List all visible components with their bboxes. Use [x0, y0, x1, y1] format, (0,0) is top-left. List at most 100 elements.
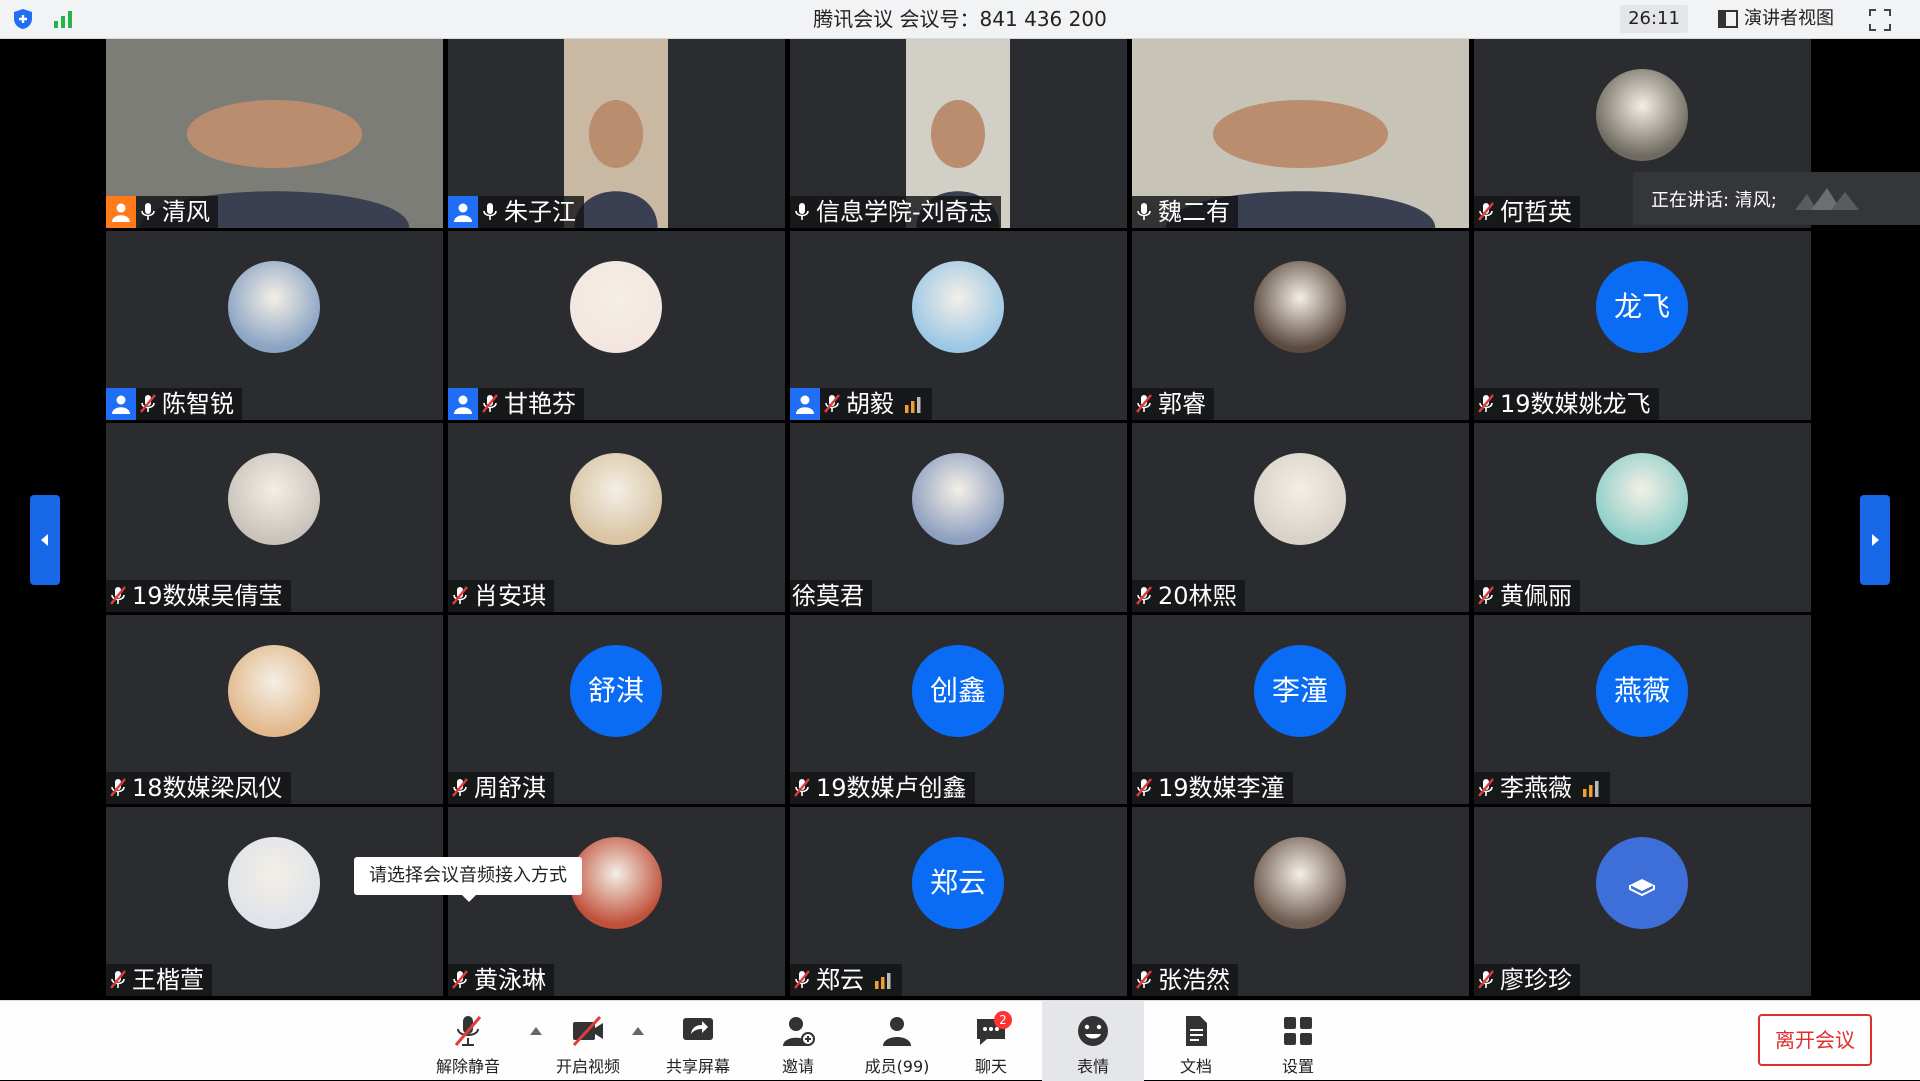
participant-name: 何哲英	[1500, 198, 1572, 226]
mic-icon	[478, 196, 502, 228]
participant-name-bar: 廖珍珍	[1474, 964, 1580, 996]
participant-tile[interactable]: 郭睿	[1132, 231, 1469, 420]
participant-tile[interactable]: 黄泳琳	[448, 807, 785, 996]
participant-name-bar: 18数媒梁凤仪	[106, 772, 291, 804]
docs-button[interactable]: 文档	[1160, 1001, 1232, 1081]
mic-muted-icon	[448, 772, 472, 804]
mic-icon	[1132, 196, 1156, 228]
avatar	[912, 453, 1004, 545]
participant-tile[interactable]: 李潼 19数媒李潼	[1132, 615, 1469, 804]
chevron-left-icon	[41, 534, 48, 546]
participant-name-bar: 19数媒吴倩莹	[106, 580, 291, 612]
title-bar: 腾讯会议 会议号：841 436 200 26:11 演讲者视图	[0, 0, 1920, 39]
video-options-caret-icon[interactable]	[632, 1027, 644, 1035]
mic-muted-icon	[790, 964, 814, 996]
share-screen-button[interactable]: 共享屏幕	[658, 1001, 738, 1081]
avatar: 龙飞	[1596, 261, 1688, 353]
previous-page-button[interactable]	[30, 495, 60, 585]
participant-tile[interactable]: 郑云 郑云	[790, 807, 1127, 996]
participant-name-bar: 何哲英	[1474, 196, 1580, 228]
start-video-button[interactable]: 开启视频	[548, 1001, 628, 1081]
participant-tile[interactable]: 黄佩丽	[1474, 423, 1811, 612]
mic-muted-icon	[106, 772, 130, 804]
speaker-wave-icon	[1795, 188, 1859, 210]
participant-tile[interactable]: 甘艳芬	[448, 231, 785, 420]
avatar: 舒淇	[570, 645, 662, 737]
grid-settings-icon	[1284, 1017, 1312, 1045]
participant-name: 王楷萱	[132, 966, 204, 994]
participant-name-bar: 徐莫君	[790, 580, 872, 612]
mic-muted-icon	[790, 772, 814, 804]
mic-muted-icon	[1132, 772, 1156, 804]
avatar	[1596, 69, 1688, 161]
mic-muted-icon	[820, 388, 844, 420]
participant-tile[interactable]: 魏二有	[1132, 39, 1469, 228]
participant-tile[interactable]: 张浩然	[1132, 807, 1469, 996]
participant-name: 信息学院-刘奇志	[816, 198, 993, 226]
settings-button[interactable]: 设置	[1262, 1001, 1334, 1081]
shield-icon[interactable]	[12, 8, 34, 30]
participant-name: 19数媒李潼	[1158, 774, 1285, 802]
participant-name: 张浩然	[1158, 966, 1230, 994]
share-screen-icon	[683, 1018, 713, 1040]
unmute-button[interactable]: 解除静音	[428, 1001, 508, 1081]
participant-tile[interactable]: 胡毅	[790, 231, 1127, 420]
members-button[interactable]: 成员(99)	[854, 1001, 940, 1081]
participant-grid: 清风 朱子江 信息学院-刘奇志 魏二有 何哲英陈智锐 甘艳芬 胡毅 郭睿 龙飞 19数媒姚龙飞 19…	[106, 39, 1812, 999]
participant-name: 19数媒姚龙飞	[1500, 390, 1651, 418]
camera-off-icon	[572, 1015, 603, 1047]
reaction-button[interactable]: 表情	[1042, 1001, 1144, 1081]
participant-tile[interactable]: 肖安琪	[448, 423, 785, 612]
avatar	[570, 261, 662, 353]
avatar	[228, 645, 320, 737]
participant-name-bar: 王楷萱	[106, 964, 212, 996]
invite-label: 邀请	[781, 1057, 814, 1076]
participant-tile[interactable]: 信息学院-刘奇志	[790, 39, 1127, 228]
network-signal-icon	[1583, 781, 1599, 797]
participant-name-bar: 19数媒卢创鑫	[790, 772, 975, 804]
avatar	[1596, 453, 1688, 545]
participant-name: 廖珍珍	[1500, 966, 1572, 994]
participant-tile[interactable]: 徐莫君	[790, 423, 1127, 612]
participant-name: 肖安琪	[474, 582, 546, 610]
user-role-icon	[448, 388, 478, 420]
mic-muted-icon	[1132, 964, 1156, 996]
mic-muted-icon	[1474, 964, 1498, 996]
network-signal-icon[interactable]	[52, 10, 74, 28]
participant-tile[interactable]: 创鑫 19数媒卢创鑫	[790, 615, 1127, 804]
participant-tile[interactable]: 陈智锐	[106, 231, 443, 420]
next-page-button[interactable]	[1860, 495, 1890, 585]
participant-name: 甘艳芬	[504, 390, 576, 418]
bottom-toolbar: 解除静音 开启视频 共享屏幕 邀请 成员(99) 2 聊天 表情 文档 设置	[0, 1000, 1920, 1081]
members-icon	[883, 1017, 911, 1046]
avatar: 郑云	[912, 837, 1004, 929]
chat-button[interactable]: 2 聊天	[958, 1001, 1024, 1081]
participant-tile[interactable]: 廖珍珍	[1474, 807, 1811, 996]
participant-tile[interactable]: 朱子江	[448, 39, 785, 228]
participant-tile[interactable]: 19数媒吴倩莹	[106, 423, 443, 612]
participant-name-bar: 19数媒姚龙飞	[1474, 388, 1659, 420]
participant-name-bar: 魏二有	[1132, 196, 1238, 228]
participant-tile[interactable]: 18数媒梁凤仪	[106, 615, 443, 804]
participant-name-bar: 陈智锐	[106, 388, 242, 420]
participant-name: 19数媒卢创鑫	[816, 774, 967, 802]
audio-options-caret-icon[interactable]	[530, 1027, 542, 1035]
invite-button[interactable]: 邀请	[762, 1001, 834, 1081]
participant-name: 18数媒梁凤仪	[132, 774, 283, 802]
fullscreen-icon[interactable]	[1868, 8, 1892, 32]
participant-tile[interactable]: 20林熙	[1132, 423, 1469, 612]
participant-name-bar: 胡毅	[790, 388, 932, 420]
participant-tile[interactable]: 舒淇周舒淇	[448, 615, 785, 804]
participant-tile[interactable]: 王楷萱	[106, 807, 443, 996]
participant-tile[interactable]: 龙飞 19数媒姚龙飞	[1474, 231, 1811, 420]
participant-name-bar: 周舒淇	[448, 772, 554, 804]
participant-name: 徐莫君	[792, 582, 864, 610]
participant-tile[interactable]: 燕薇 李燕薇	[1474, 615, 1811, 804]
speaker-view-label: 演讲者视图	[1744, 8, 1834, 29]
leave-meeting-button[interactable]: 离开会议	[1758, 1014, 1872, 1066]
participant-tile[interactable]: 清风	[106, 39, 443, 228]
avatar	[1596, 837, 1688, 929]
speaker-view-button[interactable]: 演讲者视图	[1714, 5, 1834, 33]
avatar	[570, 453, 662, 545]
participant-name: 李燕薇	[1500, 774, 1572, 802]
